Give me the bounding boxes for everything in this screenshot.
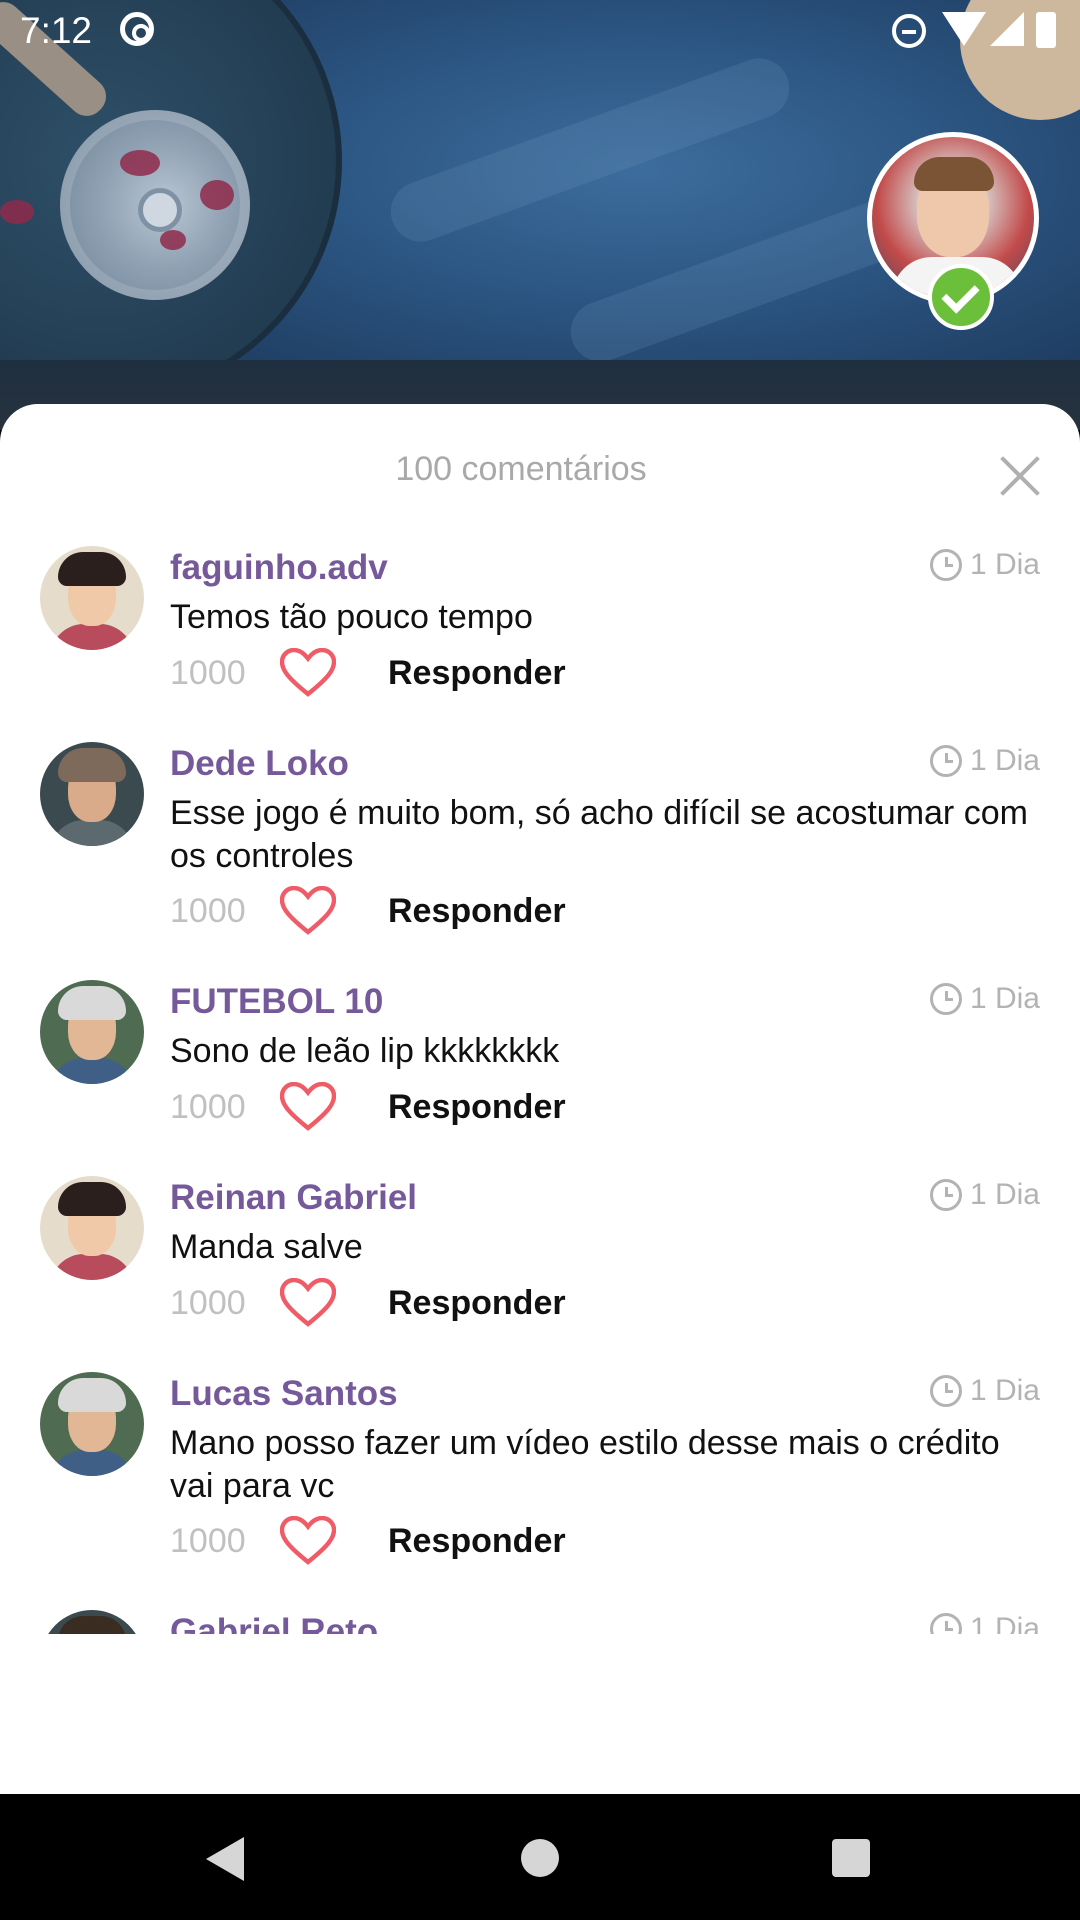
- comments-sheet: 100 comentários faguinho.adv 1 Dia Temos…: [0, 404, 1080, 1794]
- avatar-hair: [58, 748, 126, 782]
- comment-username[interactable]: FUTEBOL 10: [170, 982, 383, 1022]
- stain: [120, 150, 160, 176]
- back-icon[interactable]: [206, 1837, 244, 1881]
- reply-button[interactable]: Responder: [388, 1088, 566, 1127]
- reply-button[interactable]: Responder: [388, 1522, 566, 1561]
- avatar[interactable]: [40, 1372, 144, 1476]
- comment-item: Lucas Santos 1 Dia Mano posso fazer um v…: [0, 1370, 1080, 1608]
- heart-icon[interactable]: [280, 648, 336, 698]
- comment-item: Dede Loko 1 Dia Esse jogo é muito bom, s…: [0, 740, 1080, 978]
- comment-actions: 1000 Responder: [170, 1516, 566, 1566]
- comment-text: Sono de leão lip kkkkkkkk: [170, 1032, 560, 1070]
- clock-icon: [929, 983, 962, 1015]
- comment-text: Manda salve: [170, 1228, 363, 1266]
- home-icon[interactable]: [521, 1839, 559, 1877]
- comment-time: 1 Dia: [929, 1178, 1040, 1212]
- comment-item: FUTEBOL 10 1 Dia Sono de leão lip kkkkkk…: [0, 978, 1080, 1174]
- avatar[interactable]: [40, 980, 144, 1084]
- avatar[interactable]: [40, 1176, 144, 1280]
- comment-time: 1 Dia: [929, 982, 1040, 1016]
- comment-actions: 1000 Responder: [170, 1278, 566, 1328]
- comment-time-label: 1 Dia: [969, 1612, 1040, 1634]
- reply-button[interactable]: Responder: [388, 654, 566, 693]
- close-icon[interactable]: [998, 454, 1042, 498]
- comment-time: 1 Dia: [929, 744, 1040, 778]
- navigation-bar: [0, 1794, 1080, 1920]
- author-hair: [914, 157, 994, 191]
- do-not-disturb-icon: [892, 14, 926, 48]
- comments-count-title: 100 comentários: [395, 450, 647, 488]
- comment-username[interactable]: faguinho.adv: [170, 548, 388, 588]
- comment-time-label: 1 Dia: [969, 982, 1040, 1015]
- recents-icon[interactable]: [832, 1839, 870, 1877]
- like-count: 1000: [170, 1283, 246, 1322]
- heart-icon[interactable]: [280, 1516, 336, 1566]
- clock-icon: [929, 1613, 962, 1634]
- heart-icon[interactable]: [280, 886, 336, 936]
- comment-text: Esse jogo é muito bom, só acho difícil s…: [170, 794, 1028, 875]
- comments-list[interactable]: faguinho.adv 1 Dia Temos tão pouco tempo…: [0, 544, 1080, 1634]
- avatar-hat: [58, 552, 126, 586]
- comment-username[interactable]: Lucas Santos: [170, 1374, 398, 1414]
- like-count: 1000: [170, 653, 246, 692]
- stain: [0, 200, 34, 224]
- signal-icon: [990, 12, 1024, 46]
- comment-time-label: 1 Dia: [969, 548, 1040, 581]
- at-sign-icon: [120, 12, 154, 46]
- avatar-body: [50, 1058, 134, 1084]
- heart-icon[interactable]: [280, 1082, 336, 1132]
- status-bar: 7:12: [0, 0, 1080, 62]
- cloth-fold: [382, 49, 798, 251]
- comment-time: 1 Dia: [929, 1612, 1040, 1634]
- comment-item: Reinan Gabriel 1 Dia Manda salve 1000 Re…: [0, 1174, 1080, 1370]
- comment-actions: 1000 Responder: [170, 1082, 566, 1132]
- comment-username[interactable]: Dede Loko: [170, 744, 349, 784]
- clock-icon: [929, 549, 962, 581]
- stain: [160, 230, 186, 250]
- comment-item: Gabriel Reto 1 Dia: [0, 1608, 1080, 1634]
- comment-time-label: 1 Dia: [969, 1374, 1040, 1407]
- clock-icon: [929, 1375, 962, 1407]
- wifi-icon: [942, 12, 986, 46]
- avatar[interactable]: [40, 1610, 144, 1634]
- comment-item: faguinho.adv 1 Dia Temos tão pouco tempo…: [0, 544, 1080, 740]
- clock-icon: [929, 745, 962, 777]
- comment-username[interactable]: Gabriel Reto: [170, 1612, 378, 1634]
- comment-text: Mano posso fazer um vídeo estilo desse m…: [170, 1424, 1000, 1505]
- avatar-body: [50, 820, 134, 846]
- avatar-hair: [58, 986, 126, 1020]
- comment-actions: 1000 Responder: [170, 886, 566, 936]
- comment-text: Temos tão pouco tempo: [170, 598, 533, 636]
- stain: [200, 180, 234, 210]
- avatar-hair: [58, 1616, 126, 1634]
- clock-icon: [929, 1179, 962, 1211]
- battery-icon: [1036, 12, 1056, 48]
- comment-actions: 1000 Responder: [170, 648, 566, 698]
- comment-time: 1 Dia: [929, 1374, 1040, 1408]
- reply-button[interactable]: Responder: [388, 892, 566, 931]
- like-count: 1000: [170, 1087, 246, 1126]
- comment-time-label: 1 Dia: [969, 1178, 1040, 1211]
- avatar-hat: [58, 1182, 126, 1216]
- avatar[interactable]: [40, 546, 144, 650]
- avatar-body: [50, 624, 134, 650]
- like-count: 1000: [170, 891, 246, 930]
- reply-button[interactable]: Responder: [388, 1284, 566, 1323]
- verified-check-icon: [928, 264, 994, 330]
- status-time: 7:12: [20, 10, 93, 51]
- avatar-hair: [58, 1378, 126, 1412]
- comment-username[interactable]: Reinan Gabriel: [170, 1178, 417, 1218]
- heart-icon[interactable]: [280, 1278, 336, 1328]
- avatar-body: [50, 1254, 134, 1280]
- comment-time: 1 Dia: [929, 548, 1040, 582]
- like-count: 1000: [170, 1521, 246, 1560]
- avatar[interactable]: [40, 742, 144, 846]
- comment-time-label: 1 Dia: [969, 744, 1040, 777]
- avatar-body: [50, 1450, 134, 1476]
